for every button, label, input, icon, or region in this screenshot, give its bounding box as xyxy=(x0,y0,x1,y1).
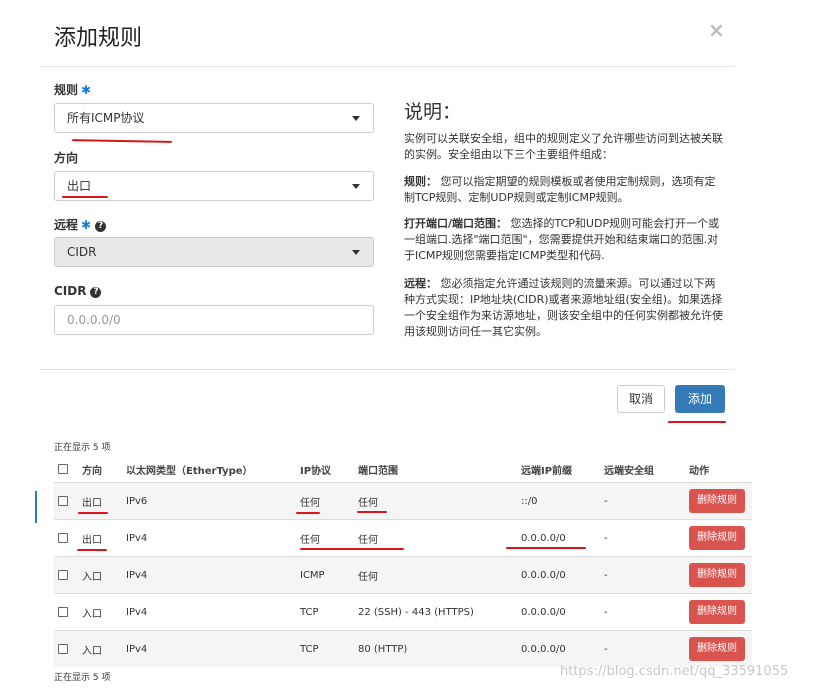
cell-remote-prefix: 0.0.0.0/0 xyxy=(521,643,566,655)
cell-direction: 入口 xyxy=(82,571,102,583)
cell-remote-prefix: 0.0.0.0/0 xyxy=(521,569,566,581)
header-remote-prefix[interactable]: 远端IP前缀 xyxy=(521,456,572,482)
cidr-label: CIDR? xyxy=(54,284,102,298)
help-rule: 规则： 您可以指定期望的规则模板或者使用定制规则，选项有定制TCP规则、定制UD… xyxy=(404,175,716,204)
header-actions: 动作 xyxy=(689,465,709,477)
header-divider xyxy=(40,66,735,67)
modal-title: 添加规则 xyxy=(54,26,143,51)
cell-remote-prefix: 0.0.0.0/0 xyxy=(521,532,566,544)
cell-protocol: ICMP xyxy=(300,569,325,581)
cancel-button[interactable]: 取消 xyxy=(617,385,665,413)
help-title: 说明： xyxy=(404,101,462,123)
cell-remote-prefix: 0.0.0.0/0 xyxy=(521,606,566,618)
cell-port-range: 任何 xyxy=(358,497,378,509)
direction-select-value: 出口 xyxy=(67,179,92,193)
select-all-checkbox[interactable] xyxy=(58,464,68,474)
cell-ethertype: IPv4 xyxy=(126,606,148,618)
cell-ethertype: IPv4 xyxy=(126,569,148,581)
remote-label: 远程 ✱? xyxy=(54,216,107,233)
add-button[interactable]: 添加 xyxy=(675,385,725,413)
item-count: 正在显示 5 项 xyxy=(54,443,111,453)
cell-protocol: 任何 xyxy=(300,534,320,546)
delete-rule-button[interactable]: 删除规则 xyxy=(689,489,745,513)
row-checkbox[interactable] xyxy=(58,570,68,580)
table-header: 方向 以太网类型（EtherType） IP协议 端口范围 远端IP前缀 远端安… xyxy=(54,456,752,482)
delete-rule-button[interactable]: 删除规则 xyxy=(689,526,745,550)
cell-ethertype: IPv6 xyxy=(126,495,148,507)
annotation-underline xyxy=(71,139,173,143)
annotation-underline xyxy=(300,548,404,550)
cell-remote-group: - xyxy=(604,569,608,581)
remote-select-value: CIDR xyxy=(67,245,97,259)
cell-port-range: 22 (SSH) - 443 (HTTPS) xyxy=(358,606,474,618)
cell-protocol: TCP xyxy=(300,643,319,655)
annotation-underline xyxy=(296,512,320,514)
cell-remote-group: - xyxy=(604,643,608,655)
delete-rule-button[interactable]: 删除规则 xyxy=(689,637,745,661)
header-protocol[interactable]: IP协议 xyxy=(300,456,331,482)
annotation-underline xyxy=(78,512,108,514)
rule-select-value: 所有ICMP协议 xyxy=(67,111,145,125)
row-checkbox[interactable] xyxy=(58,607,68,617)
cell-ethertype: IPv4 xyxy=(126,643,148,655)
question-circle-icon: ? xyxy=(90,287,102,298)
footer-divider xyxy=(40,369,735,370)
cell-port-range: 任何 xyxy=(358,571,378,583)
required-icon: ✱ xyxy=(81,83,92,97)
watermark: https://blog.csdn.net/qq_33591055 xyxy=(560,664,789,679)
table-row: 出口 IPv6 任何 任何 ::/0 - 删除规则 xyxy=(54,482,752,519)
cell-direction: 入口 xyxy=(82,645,102,657)
close-icon[interactable]: × xyxy=(708,18,725,42)
cell-ethertype: IPv4 xyxy=(126,532,148,544)
help-port: 打开端口/端口范围： 您选择的TCP和UDP规则可能会打开一个或一组端口.选择"… xyxy=(404,217,720,262)
row-checkbox[interactable] xyxy=(58,644,68,654)
direction-label: 方向 xyxy=(54,151,79,165)
table-row: 入口 IPv4 TCP 22 (SSH) - 443 (HTTPS) 0.0.0… xyxy=(54,593,752,630)
rule-select[interactable]: 所有ICMP协议 xyxy=(54,103,374,133)
cidr-placeholder: 0.0.0.0/0 xyxy=(67,313,121,327)
help-intro: 实例可以关联安全组，组中的规则定义了允许哪些访问到达被关联的实例。安全组由以下三… xyxy=(404,132,723,161)
row-checkbox[interactable] xyxy=(58,533,68,543)
header-port-range[interactable]: 端口范围 xyxy=(358,456,398,482)
header-remote-group[interactable]: 远端安全组 xyxy=(604,456,654,482)
cell-remote-group: - xyxy=(604,606,608,618)
annotation-underline xyxy=(668,421,726,423)
help-remote: 远程： 您必须指定允许通过该规则的流量来源。可以通过以下两种方式实现：IP地址块… xyxy=(404,277,723,338)
cell-remote-prefix: ::/0 xyxy=(521,495,538,507)
caret-down-icon xyxy=(352,250,360,255)
table-row: 入口 IPv4 ICMP 任何 0.0.0.0/0 - 删除规则 xyxy=(54,556,752,593)
cell-direction: 入口 xyxy=(82,608,102,620)
caret-down-icon xyxy=(352,116,360,121)
caret-down-icon xyxy=(352,184,360,189)
cell-port-range: 80 (HTTP) xyxy=(358,643,408,655)
header-ethertype[interactable]: 以太网类型（EtherType） xyxy=(126,456,253,482)
table-row: 入口 IPv4 TCP 80 (HTTP) 0.0.0.0/0 - 删除规则 xyxy=(54,630,752,667)
table-row: 出口 IPv4 任何 任何 0.0.0.0/0 - 删除规则 xyxy=(54,519,752,556)
cell-protocol: TCP xyxy=(300,606,319,618)
cell-remote-group: - xyxy=(604,532,608,544)
header-direction[interactable]: 方向 xyxy=(82,456,102,482)
cell-remote-group: - xyxy=(604,495,608,507)
annotation-underline xyxy=(506,547,586,549)
rules-table: 方向 以太网类型（EtherType） IP协议 端口范围 远端IP前缀 远端安… xyxy=(54,456,752,667)
annotation-underline xyxy=(357,511,387,513)
delete-rule-button[interactable]: 删除规则 xyxy=(689,600,745,624)
rule-label: 规则 ✱ xyxy=(54,83,92,97)
annotation-underline xyxy=(77,549,107,551)
remote-select[interactable]: CIDR xyxy=(54,237,374,267)
item-count-bottom: 正在显示 5 项 xyxy=(54,673,111,683)
cidr-input[interactable]: 0.0.0.0/0 xyxy=(54,305,374,335)
cell-port-range: 任何 xyxy=(358,534,378,546)
delete-rule-button[interactable]: 删除规则 xyxy=(689,563,745,587)
question-circle-icon: ? xyxy=(95,221,107,232)
row-focus-indicator xyxy=(35,491,37,523)
row-checkbox[interactable] xyxy=(58,496,68,506)
required-icon: ✱ xyxy=(81,218,92,232)
annotation-underline xyxy=(62,196,108,198)
